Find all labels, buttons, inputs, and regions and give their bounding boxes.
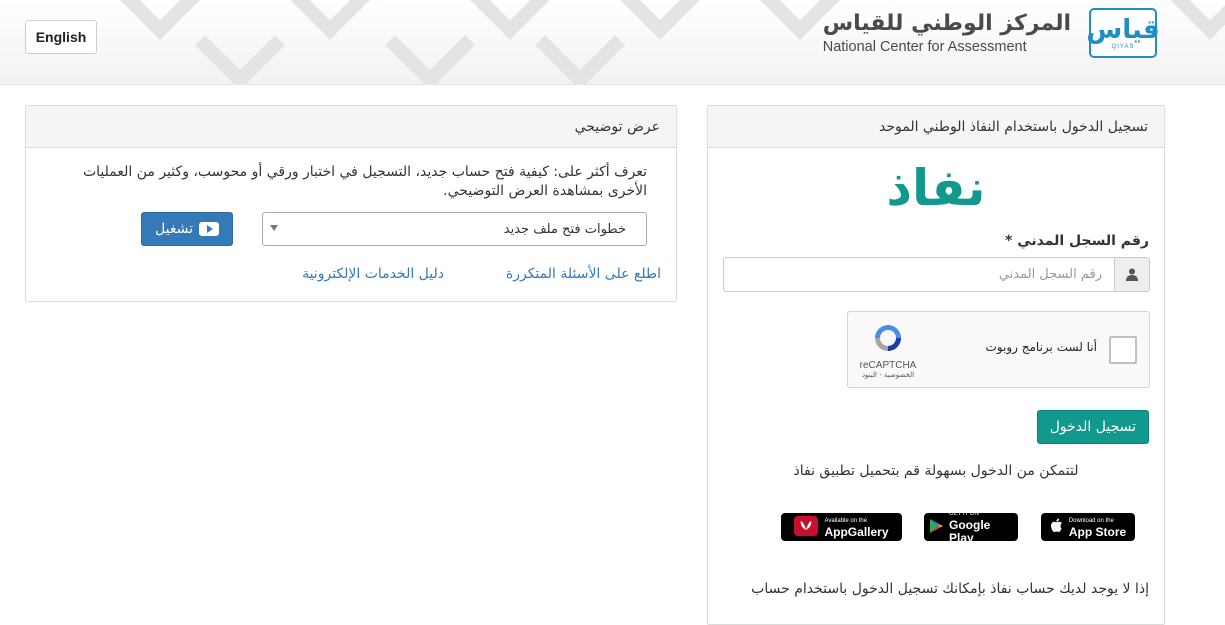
demo-description: تعرف أكثر على: كيفية فتح حساب جديد، التس…	[82, 164, 647, 199]
login-panel-title: تسجيل الدخول باستخدام النفاذ الوطني المو…	[708, 106, 1164, 148]
faq-link[interactable]: اطلع على الأسئلة المتكررة	[506, 266, 661, 282]
brand-text: المركز الوطني للقياس National Center for…	[823, 10, 1071, 56]
recaptcha-checkbox[interactable]	[1109, 336, 1137, 364]
nafath-logo: نفاذ	[886, 159, 986, 217]
site-header: English المركز الوطني للقياس National Ce…	[0, 0, 1225, 85]
english-language-button[interactable]: English	[25, 20, 97, 54]
recaptcha-label: أنا لست برنامج روبوت	[985, 340, 1097, 354]
app-store-text: Download on the App Store	[1069, 516, 1126, 539]
no-nafath-account-note: إذا لا يوجد لديك حساب نفاذ بإمكانك تسجيل…	[751, 581, 1149, 597]
chevron-down-icon	[270, 225, 278, 231]
app-gallery-badge[interactable]: Available on the AppGallery	[781, 513, 902, 541]
user-icon	[1114, 257, 1150, 292]
play-demo-button[interactable]: تشغيل	[141, 212, 233, 246]
nafath-app-hint: لتتمكن من الدخول بسهولة قم بتحميل تطبيق …	[793, 463, 1079, 479]
google-play-badge[interactable]: GET IT ON Google Play	[924, 511, 1018, 545]
app-store-big-text: App Store	[1068, 524, 1127, 539]
app-gallery-small-text: Available on the	[824, 517, 868, 524]
google-play-big-text: Google Play	[949, 518, 991, 545]
national-id-label: رقم السجل المدني *	[1005, 233, 1149, 249]
qiyas-logo-icon: قياس QIYAS	[1086, 8, 1160, 58]
demo-select-value: خطوات فتح ملف جديد	[503, 221, 626, 237]
demo-panel-title: عرض توضيحي	[26, 106, 676, 148]
demo-panel: عرض توضيحي تعرف أكثر على: كيفية فتح حساب…	[25, 105, 677, 302]
brand-name-english: National Center for Assessment	[822, 39, 1027, 55]
recaptcha-brand: reCAPTCHA	[859, 360, 917, 371]
recaptcha-icon	[875, 325, 901, 351]
recaptcha-logo: reCAPTCHA الخصوصية - البنود	[858, 322, 918, 379]
nafath-login-panel: تسجيل الدخول باستخدام النفاذ الوطني المو…	[707, 105, 1165, 625]
app-gallery-big-text: AppGallery	[824, 524, 889, 539]
huawei-icon	[794, 515, 819, 539]
app-gallery-text: Available on the AppGallery	[824, 516, 888, 539]
demo-select[interactable]: خطوات فتح ملف جديد	[262, 212, 647, 246]
apple-icon	[1050, 518, 1063, 536]
google-play-text: GET IT ON Google Play	[949, 509, 1012, 545]
google-play-icon	[930, 518, 943, 536]
play-demo-label: تشغيل	[155, 221, 193, 237]
brand-name-arabic: المركز الوطني للقياس	[822, 11, 1071, 36]
app-store-small-text: Download on the	[1068, 517, 1114, 524]
login-submit-button[interactable]: تسجيل الدخول	[1036, 410, 1149, 444]
recaptcha-widget: أنا لست برنامج روبوت reCAPTCHA الخصوصية …	[847, 311, 1150, 388]
e-services-guide-link[interactable]: دليل الخدمات الإلكترونية	[302, 266, 444, 282]
qiyas-logo-arabic: قياس	[1086, 15, 1160, 45]
brand-logo[interactable]: المركز الوطني للقياس National Center for…	[823, 8, 1160, 58]
qiyas-logo-english: QIYAS	[1111, 44, 1135, 50]
recaptcha-privacy-terms-link[interactable]: الخصوصية - البنود	[858, 371, 918, 379]
national-id-input[interactable]	[723, 257, 1114, 292]
youtube-play-icon	[198, 222, 219, 236]
app-store-badge[interactable]: Download on the App Store	[1041, 513, 1135, 541]
national-id-input-group	[723, 257, 1150, 292]
